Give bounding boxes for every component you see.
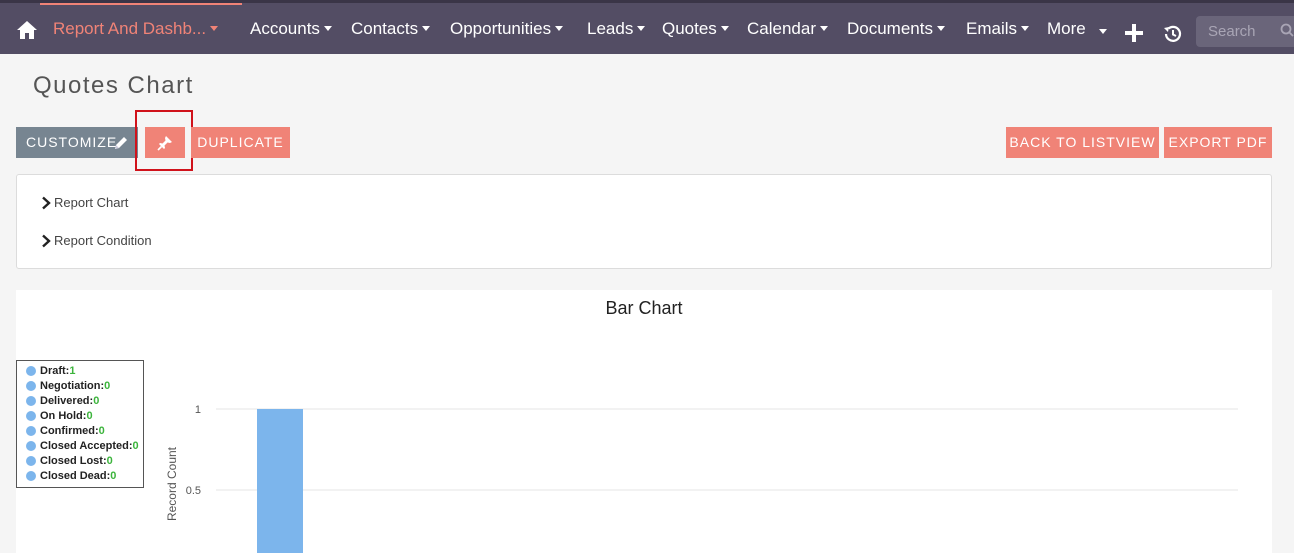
legend-item[interactable]: On Hold:0	[17, 410, 143, 425]
nav-item-reports[interactable]: Report And Dashb...	[53, 3, 219, 54]
report-condition-label: Report Condition	[54, 233, 152, 248]
more-caret-icon[interactable]	[1099, 29, 1107, 34]
top-navbar: Report And Dashb... Accounts Contacts Op…	[0, 0, 1294, 54]
plus-icon[interactable]	[1124, 23, 1144, 43]
bar-draft[interactable]	[257, 409, 303, 553]
duplicate-button[interactable]: DUPLICATE	[191, 127, 290, 158]
chart-area: Bar Chart 1 0.5 Record Count Draft:1 Negoti…	[16, 290, 1272, 553]
nav-item-calendar[interactable]: Calendar	[747, 3, 828, 54]
legend-label: Confirmed:	[40, 425, 99, 437]
legend-item[interactable]: Closed Lost:0	[17, 455, 143, 470]
nav-item-contacts[interactable]: Contacts	[351, 3, 431, 54]
legend-item[interactable]: Delivered:0	[17, 395, 143, 410]
legend-label: Draft:	[40, 365, 70, 377]
pencil-icon	[115, 137, 127, 149]
legend-value: 0	[93, 395, 100, 407]
legend-value: 0	[86, 410, 93, 422]
legend-label: Delivered:	[40, 395, 94, 407]
nav-item-documents[interactable]: Documents	[847, 3, 945, 54]
legend-value: 0	[110, 470, 117, 482]
nav-item-leads[interactable]: Leads	[587, 3, 646, 54]
legend-item[interactable]: Closed Dead:0	[17, 470, 143, 485]
legend-dot-icon	[26, 381, 36, 391]
page-title: Quotes Chart	[33, 72, 194, 99]
legend-dot-icon	[26, 471, 36, 481]
report-chart-label: Report Chart	[54, 195, 129, 210]
legend-item[interactable]: Draft:1	[17, 365, 143, 380]
legend-value: 0	[98, 425, 105, 437]
nav-item-opportunities[interactable]: Opportunities	[450, 3, 564, 54]
pin-button[interactable]	[145, 127, 185, 158]
legend-item[interactable]: Confirmed:0	[17, 425, 143, 440]
legend-dot-icon	[26, 426, 36, 436]
legend-dot-icon	[26, 396, 36, 406]
legend-item[interactable]: Negotiation:0	[17, 380, 143, 395]
pin-icon	[157, 136, 172, 151]
legend-value: 1	[69, 365, 76, 377]
nav-item-quotes[interactable]: Quotes	[662, 3, 729, 54]
search-icon[interactable]	[1280, 23, 1294, 37]
chevron-right-icon	[42, 234, 51, 248]
report-condition-toggle[interactable]: Report Condition	[39, 233, 152, 248]
legend-label: Closed Dead:	[40, 470, 111, 482]
y-tick-label: 1	[195, 404, 201, 416]
history-icon[interactable]	[1162, 23, 1184, 45]
report-chart-toggle[interactable]: Report Chart	[39, 195, 128, 210]
nav-item-more[interactable]: More	[1047, 3, 1086, 54]
customize-label: CUSTOMIZE	[26, 134, 118, 150]
legend-label: Closed Lost:	[40, 455, 107, 467]
nav-item-emails[interactable]: Emails	[966, 3, 1030, 54]
bar-chart: 1 0.5 Record Count	[165, 404, 1238, 553]
legend-item[interactable]: Closed Accepted:0	[17, 440, 143, 455]
legend-label: Negotiation:	[40, 380, 105, 392]
chart-legend: Draft:1 Negotiation:0 Delivered:0 On Hold:0…	[16, 360, 144, 488]
nav-item-accounts[interactable]: Accounts	[250, 3, 332, 54]
y-axis-label: Record Count	[165, 446, 179, 521]
back-to-listview-button[interactable]: BACK TO LISTVIEW	[1006, 127, 1159, 158]
legend-dot-icon	[26, 456, 36, 466]
home-icon[interactable]	[16, 20, 38, 40]
legend-label: Closed Accepted:	[40, 440, 133, 452]
customize-button[interactable]: CUSTOMIZE	[16, 127, 138, 158]
legend-label: On Hold:	[40, 410, 87, 422]
legend-value: 0	[104, 380, 111, 392]
legend-dot-icon	[26, 366, 36, 376]
legend-dot-icon	[26, 411, 36, 421]
chevron-right-icon	[42, 196, 51, 210]
legend-value: 0	[132, 440, 139, 452]
y-tick-label: 0.5	[186, 485, 201, 497]
report-panel: Report Chart Report Condition	[16, 174, 1272, 269]
legend-value: 0	[106, 455, 113, 467]
export-pdf-button[interactable]: EXPORT PDF	[1164, 127, 1272, 158]
legend-dot-icon	[26, 441, 36, 451]
